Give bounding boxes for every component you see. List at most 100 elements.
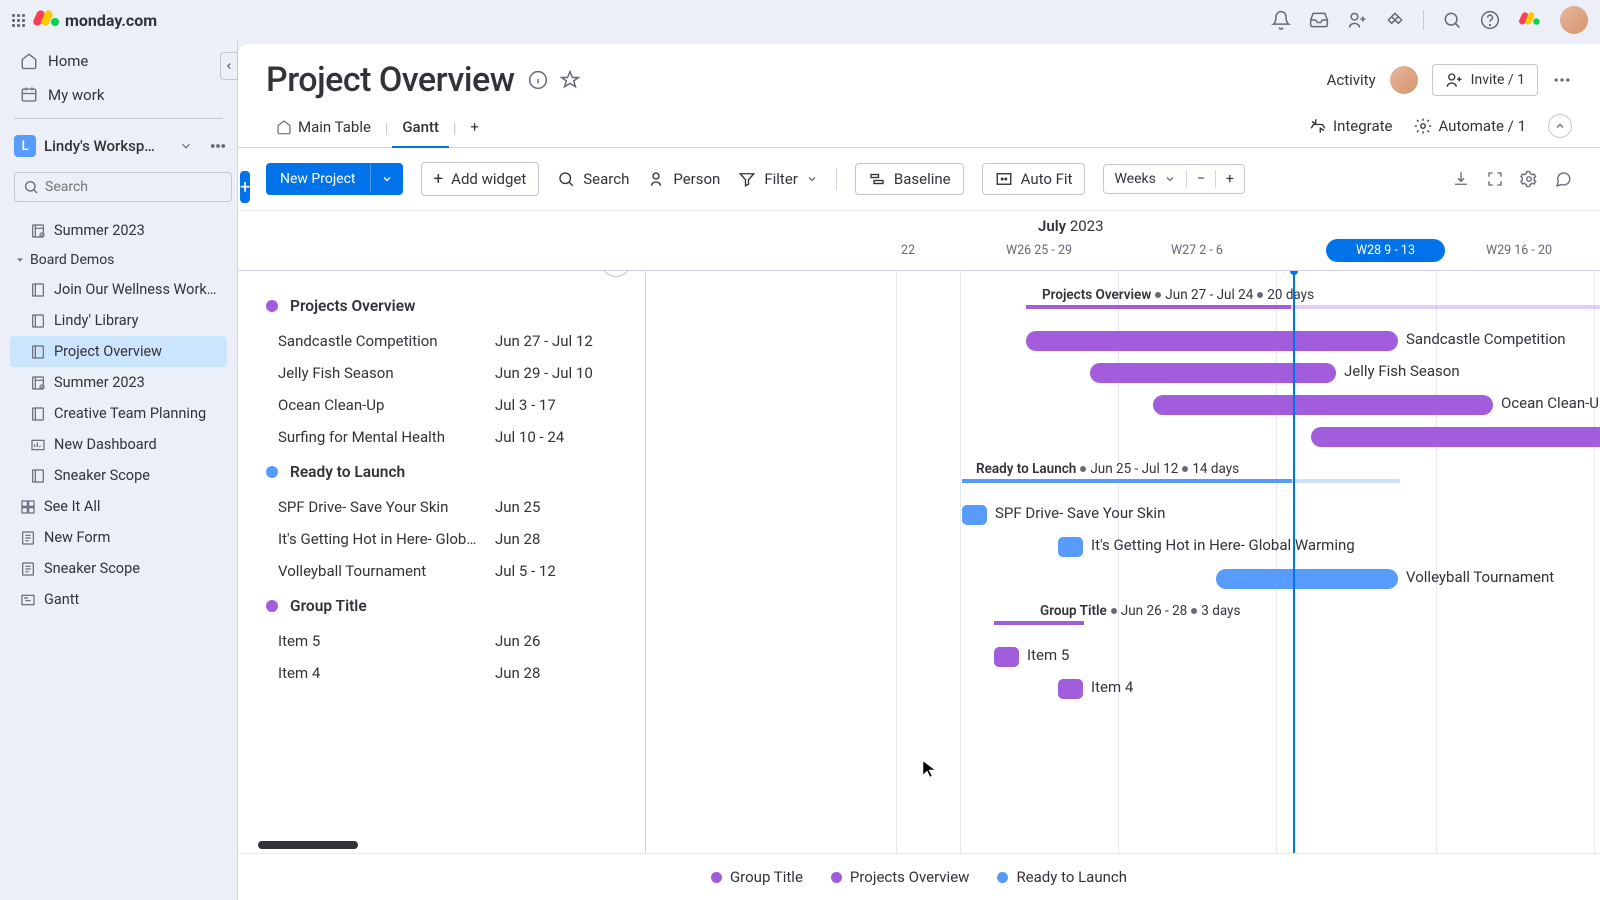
group-row[interactable]: Group Title (238, 587, 645, 625)
baseline-button[interactable]: Baseline (855, 163, 964, 195)
user-avatar[interactable] (1560, 6, 1588, 34)
search-icon[interactable] (1442, 10, 1462, 30)
search-button[interactable]: Search (557, 170, 629, 188)
add-item-button[interactable]: + (240, 171, 250, 203)
tree-group-board-demos[interactable]: Board Demos (10, 246, 227, 274)
tree-item[interactable]: Join Our Wellness Work… (10, 274, 227, 305)
collapse-header-button[interactable] (1548, 114, 1572, 138)
comment-icon[interactable] (1554, 170, 1572, 188)
sidebar-search[interactable] (14, 172, 232, 202)
workspace-badge: L (14, 135, 36, 157)
fullscreen-icon[interactable] (1486, 170, 1504, 188)
legend-dot (831, 872, 842, 883)
gantt-bar[interactable] (1058, 537, 1083, 557)
today-line (1293, 271, 1295, 853)
gantt-view: July 2023 22W26 25 - 29W27 2 - 6W28 9 - … (238, 211, 1600, 900)
divider (836, 168, 837, 190)
sidebar-search-input[interactable] (45, 179, 223, 195)
legend-item[interactable]: Group Title (711, 868, 803, 886)
gantt-bar-label: Ocean Clean-Up (1501, 394, 1600, 412)
board-title[interactable]: Project Overview (266, 60, 514, 100)
star-icon[interactable] (560, 70, 580, 90)
task-row[interactable]: Surfing for Mental HealthJul 10 - 24 (238, 421, 645, 453)
tree-item[interactable]: Project Overview (10, 336, 227, 367)
product-logo-icon[interactable] (1520, 10, 1539, 29)
task-row[interactable]: Sandcastle CompetitionJun 27 - Jul 12 (238, 325, 645, 357)
sidebar-mywork[interactable]: My work (0, 78, 237, 112)
zoom-in-button[interactable]: + (1216, 165, 1244, 193)
group-row[interactable]: Projects Overview (238, 287, 645, 325)
tree-item-summer-2023-top[interactable]: Summer 2023 (10, 215, 227, 246)
new-project-button[interactable]: New Project (266, 163, 403, 195)
group-summary-label: Group TitleJun 26 - 283 days (1040, 603, 1240, 619)
task-row[interactable]: Item 4Jun 28 (238, 657, 645, 689)
person-filter-button[interactable]: Person (647, 170, 720, 188)
apps-icon[interactable] (1385, 10, 1405, 30)
legend-item[interactable]: Ready to Launch (997, 868, 1127, 886)
gantt-bar[interactable] (1026, 331, 1398, 351)
task-row[interactable]: Jelly Fish SeasonJun 29 - Jul 10 (238, 357, 645, 389)
gantt-bar-label: Item 5 (1027, 646, 1069, 664)
gantt-bar[interactable] (1090, 363, 1336, 383)
week-label: 22 (901, 243, 915, 258)
gantt-bar-label: Jelly Fish Season (1344, 362, 1460, 380)
tree-item[interactable]: Summer 2023 (10, 367, 227, 398)
legend-dot (997, 872, 1008, 883)
gantt-bar[interactable] (962, 505, 987, 525)
tab-gantt[interactable]: Gantt (392, 110, 449, 148)
add-widget-button[interactable]: +Add widget (421, 162, 540, 196)
brand-logo[interactable]: monday.com (35, 8, 157, 32)
task-row[interactable]: Volleyball TournamentJul 5 - 12 (238, 555, 645, 587)
tree-item[interactable]: Lindy' Library (10, 305, 227, 336)
gantt-bar[interactable] (1216, 569, 1398, 589)
filter-button[interactable]: Filter (738, 170, 818, 188)
divider (1423, 10, 1424, 30)
group-summary-label: Projects OverviewJun 27 - Jul 2420 days (1042, 287, 1314, 303)
gantt-body[interactable]: Projects OverviewSandcastle CompetitionJ… (238, 271, 1600, 853)
add-view-button[interactable]: + (460, 110, 489, 148)
more-menu-icon[interactable] (1552, 70, 1572, 90)
help-icon[interactable] (1480, 10, 1500, 30)
notifications-icon[interactable] (1271, 10, 1291, 30)
gantt-bar[interactable] (1058, 679, 1083, 699)
task-row[interactable]: Ocean Clean-UpJul 3 - 17 (238, 389, 645, 421)
automate-button[interactable]: Automate / 1 (1414, 117, 1526, 135)
gantt-bar[interactable] (1311, 427, 1600, 447)
info-icon[interactable] (528, 70, 548, 90)
new-project-dropdown[interactable] (370, 165, 403, 193)
task-row[interactable]: It's Getting Hot in Here- Glob…Jun 28 (238, 523, 645, 555)
horizontal-scrollbar[interactable] (258, 841, 638, 849)
integrate-button[interactable]: Integrate (1309, 117, 1392, 135)
task-row[interactable]: Item 5Jun 26 (238, 625, 645, 657)
zoom-out-button[interactable]: − (1187, 165, 1215, 193)
workspace-selector[interactable]: L Lindy's Worksp… (0, 129, 237, 163)
zoom-unit-select[interactable]: Weeks (1104, 165, 1185, 193)
activity-avatar[interactable] (1390, 66, 1418, 94)
workspace-menu-icon[interactable] (209, 137, 227, 155)
tree-item-see-it-all[interactable]: See It All (10, 491, 227, 522)
tree-item-gantt[interactable]: Gantt (10, 584, 227, 615)
tree-item[interactable]: Sneaker Scope (10, 460, 227, 491)
invite-members-icon[interactable] (1347, 10, 1367, 30)
gantt-bar[interactable] (1153, 395, 1493, 415)
invite-button[interactable]: Invite / 1 (1432, 64, 1538, 96)
tree-item-new-form[interactable]: New Form (10, 522, 227, 553)
activity-link[interactable]: Activity (1327, 71, 1376, 89)
sidebar-home[interactable]: Home (0, 44, 237, 78)
gantt-bar[interactable] (994, 647, 1019, 667)
tab-main-table[interactable]: Main Table (266, 110, 381, 148)
inbox-icon[interactable] (1309, 10, 1329, 30)
group-row[interactable]: Ready to Launch (238, 453, 645, 491)
tree-item-sneaker-scope[interactable]: Sneaker Scope (10, 553, 227, 584)
tree-item[interactable]: Creative Team Planning (10, 398, 227, 429)
autofit-button[interactable]: Auto Fit (982, 163, 1086, 195)
cursor-icon (922, 760, 936, 778)
legend-item[interactable]: Projects Overview (831, 868, 970, 886)
task-row[interactable]: SPF Drive- Save Your SkinJun 25 (238, 491, 645, 523)
app-switcher-icon[interactable] (12, 14, 25, 27)
sidebar-collapse-button[interactable] (220, 52, 238, 80)
settings-icon[interactable] (1520, 170, 1538, 188)
legend-dot (711, 872, 722, 883)
export-icon[interactable] (1452, 170, 1470, 188)
tree-item[interactable]: New Dashboard (10, 429, 227, 460)
